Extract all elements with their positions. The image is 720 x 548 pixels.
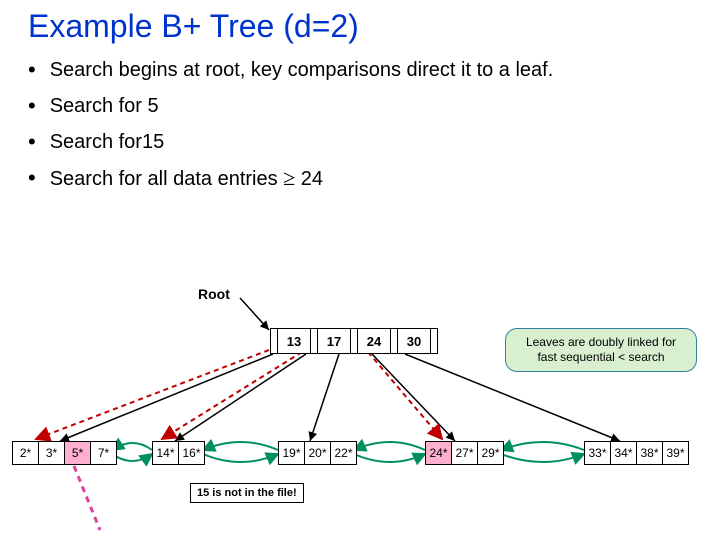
root-node: 13 17 24 30 <box>270 328 438 354</box>
bullet-list: Search begins at root, key comparisons d… <box>28 57 720 191</box>
root-key-3: 24 <box>358 329 391 353</box>
tree-diagram: Root 13 17 24 30 2* 3* 5* 7* 14* 16* 19*… <box>0 268 720 548</box>
ge-symbol: ≥ <box>283 165 295 190</box>
leaf-cell-highlight: 5* <box>64 441 91 465</box>
root-ptr <box>311 329 318 353</box>
leaf-cell: 27* <box>451 441 478 465</box>
leaf-cell: 38* <box>636 441 663 465</box>
bullet-4-pre: Search for all data entries <box>50 168 283 190</box>
leaf-cell-highlight: 24* <box>425 441 452 465</box>
root-ptr <box>271 329 278 353</box>
leaf-cell: 14* <box>152 441 179 465</box>
bullet-3: Search for15 <box>28 129 720 155</box>
leaf-cell: 39* <box>662 441 689 465</box>
bullet-1: Search begins at root, key comparisons d… <box>28 57 720 83</box>
root-ptr <box>431 329 437 353</box>
bullet-2: Search for 5 <box>28 93 720 119</box>
note-box: 15 is not in the file! <box>190 483 304 503</box>
root-ptr <box>391 329 398 353</box>
diagram-arrows <box>0 268 720 548</box>
leaf-3: 19* 20* 22* <box>278 441 357 465</box>
leaf-cell: 7* <box>90 441 117 465</box>
root-key-4: 30 <box>398 329 431 353</box>
callout-box: Leaves are doubly linked for fast sequen… <box>505 328 697 372</box>
root-key-1: 13 <box>278 329 311 353</box>
leaf-1: 2* 3* 5* 7* <box>12 441 117 465</box>
leaf-cell: 19* <box>278 441 305 465</box>
leaf-cell: 20* <box>304 441 331 465</box>
leaf-cell: 22* <box>330 441 357 465</box>
bullet-1-text: Search begins at root, key comparisons d… <box>50 59 554 82</box>
bullet-4: Search for all data entries ≥ 24 <box>28 165 720 191</box>
root-ptr <box>351 329 358 353</box>
page-title: Example B+ Tree (d=2) <box>28 8 720 45</box>
leaf-cell: 16* <box>178 441 205 465</box>
leaf-cell: 34* <box>610 441 637 465</box>
leaf-5: 33* 34* 38* 39* <box>584 441 689 465</box>
root-key-2: 17 <box>318 329 351 353</box>
bullet-4-post: 24 <box>295 168 323 190</box>
callout-line1: Leaves are doubly linked for <box>516 335 686 350</box>
callout-line2: fast sequential < search <box>516 350 686 365</box>
leaf-cell: 3* <box>38 441 65 465</box>
leaf-2: 14* 16* <box>152 441 205 465</box>
leaf-cell: 29* <box>477 441 504 465</box>
bullet-3-text: Search for15 <box>50 131 165 154</box>
leaf-4: 24* 27* 29* <box>425 441 504 465</box>
root-label: Root <box>198 286 230 302</box>
leaf-cell: 33* <box>584 441 611 465</box>
leaf-cell: 2* <box>12 441 39 465</box>
bullet-2-text: Search for 5 <box>50 95 159 118</box>
bullet-4-text: Search for all data entries ≥ 24 <box>50 165 323 191</box>
